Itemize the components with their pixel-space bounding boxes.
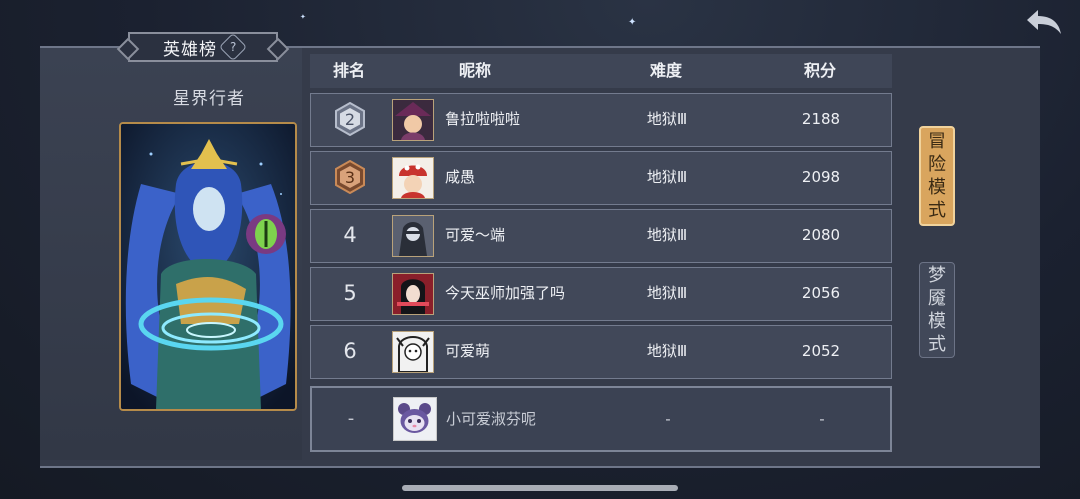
tab-adventure-mode[interactable]: 冒 险 模 式 (919, 126, 955, 226)
row-nickname: 鲁拉啦啦啦 (445, 110, 521, 128)
avatar-image (393, 274, 433, 314)
hero-artwork-image (121, 124, 295, 409)
tab-label-char: 冒 (928, 131, 946, 152)
row-nickname: 今天巫师加强了吗 (445, 284, 566, 302)
tab-label-char: 式 (928, 334, 946, 355)
row-difficulty: 地狱Ⅲ (646, 226, 688, 244)
table-header: 排名 昵称 难度 积分 (310, 54, 892, 88)
star-sparkle: ✦ (628, 17, 637, 28)
my-difficulty: - (665, 410, 671, 428)
my-score: - (819, 410, 825, 428)
help-glyph: ? (229, 40, 237, 54)
table-row[interactable]: 2 鲁拉啦啦啦 地狱Ⅲ 2188 (310, 93, 892, 147)
hero-name: 星界行者 (173, 89, 245, 109)
avatar[interactable] (392, 157, 434, 199)
tab-label-char: 模 (928, 311, 946, 332)
row-nickname: 可爱萌 (445, 342, 491, 360)
row-score: 2056 (801, 284, 841, 302)
my-nickname: 小可爱淑芬呢 (446, 410, 537, 428)
row-rank-text: 3 (345, 168, 355, 187)
row-score: 2080 (801, 226, 841, 244)
row-score: 2098 (801, 168, 841, 186)
star-sparkle: ✦ (300, 13, 306, 21)
help-icon[interactable]: ? (218, 32, 248, 62)
row-rank: 6 (343, 339, 357, 363)
tab-nightmare-mode[interactable]: 梦 魇 模 式 (919, 262, 955, 358)
row-rank-text: 2 (345, 110, 355, 129)
row-difficulty: 地狱Ⅲ (646, 342, 688, 360)
row-difficulty: 地狱Ⅲ (646, 284, 688, 302)
table-row[interactable]: 4 可爱～端 地狱Ⅲ 2080 (310, 209, 892, 263)
header-rank: 排名 (332, 61, 365, 80)
silver-medal-icon: 2 (335, 102, 365, 136)
tab-label-char: 模 (928, 177, 946, 198)
avatar-image (393, 332, 433, 372)
row-nickname: 咸愚 (445, 168, 476, 186)
avatar[interactable] (392, 331, 434, 373)
table-row[interactable]: 5 今天巫师加强了吗 地狱Ⅲ 2056 (310, 267, 892, 321)
avatar-image (393, 158, 433, 198)
avatar-image (393, 216, 433, 256)
header-score: 积分 (803, 61, 836, 80)
table-row[interactable]: 6 可爱萌 地狱Ⅲ 2052 (310, 325, 892, 379)
tab-label-char: 梦 (928, 265, 946, 286)
header-nickname: 昵称 (458, 61, 491, 80)
table-row[interactable]: 3 咸愚 地狱Ⅲ 2098 (310, 151, 892, 205)
my-rank: - (347, 408, 355, 429)
row-rank: 5 (343, 281, 357, 305)
row-rank: 4 (343, 223, 357, 247)
leaderboard-title: 英雄榜 (163, 39, 217, 60)
row-score: 2188 (801, 110, 841, 128)
row-score: 2052 (801, 342, 841, 360)
avatar[interactable] (392, 99, 434, 141)
my-rank-row[interactable]: - 小可爱淑芬呢 - - (310, 386, 892, 452)
home-indicator[interactable] (402, 485, 678, 491)
row-nickname: 可爱～端 (445, 226, 506, 244)
avatar-image (394, 398, 435, 439)
row-difficulty: 地狱Ⅲ (646, 168, 688, 186)
tab-label-char: 魇 (928, 288, 946, 309)
my-avatar[interactable] (393, 397, 437, 441)
bronze-medal-icon: 3 (335, 160, 365, 194)
hero-portrait[interactable] (119, 122, 297, 411)
avatar[interactable] (392, 273, 434, 315)
avatar-image (393, 100, 433, 140)
row-difficulty: 地狱Ⅲ (646, 110, 688, 128)
leaderboard-title-banner: 英雄榜 ? (128, 32, 278, 62)
tab-label-char: 险 (928, 154, 946, 175)
tab-label-char: 式 (928, 200, 946, 221)
avatar[interactable] (392, 215, 434, 257)
header-difficulty: 难度 (649, 61, 682, 80)
back-arrow-icon[interactable] (1024, 6, 1064, 38)
